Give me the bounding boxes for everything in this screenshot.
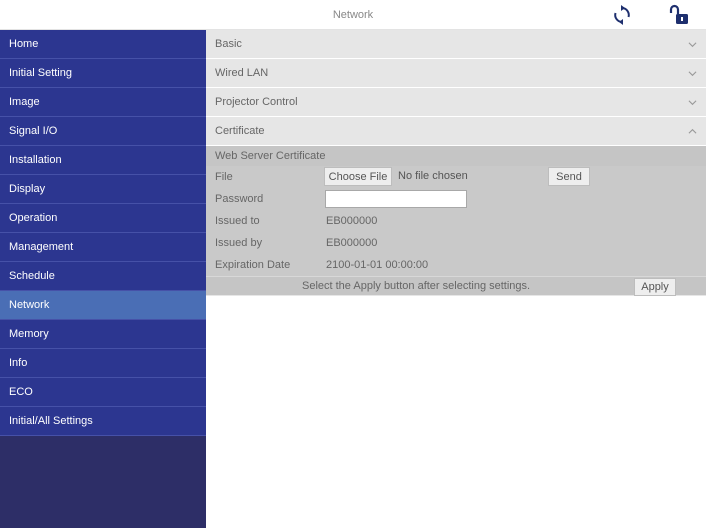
- send-button[interactable]: Send: [548, 167, 590, 186]
- password-row: Password: [206, 188, 706, 210]
- file-label: File: [215, 171, 233, 183]
- sidebar-item-home[interactable]: Home: [0, 30, 206, 59]
- sidebar-item-signal-io[interactable]: Signal I/O: [0, 117, 206, 146]
- chevron-down-icon: [688, 42, 697, 48]
- sidebar: Home Initial Setting Image Signal I/O In…: [0, 30, 206, 528]
- chevron-down-icon: [688, 71, 697, 77]
- password-input[interactable]: [325, 190, 467, 208]
- section-projector-control-label: Projector Control: [215, 96, 298, 108]
- sidebar-item-network[interactable]: Network: [0, 291, 206, 320]
- sidebar-item-display[interactable]: Display: [0, 175, 206, 204]
- sidebar-item-initial-all-settings[interactable]: Initial/All Settings: [0, 407, 206, 436]
- no-file-chosen-text: No file chosen: [398, 170, 468, 182]
- section-projector-control[interactable]: Projector Control: [206, 88, 706, 117]
- issued-to-row: Issued to EB000000: [206, 210, 706, 232]
- page-title: Network: [332, 9, 374, 21]
- expiration-date-row: Expiration Date 2100-01-01 00:00:00: [206, 254, 706, 276]
- sidebar-item-management[interactable]: Management: [0, 233, 206, 262]
- web-server-certificate-heading: Web Server Certificate: [206, 146, 706, 166]
- certificate-form: File Choose File No file chosen Send Pas…: [206, 166, 706, 276]
- unlock-icon[interactable]: [668, 4, 690, 26]
- sidebar-item-image[interactable]: Image: [0, 88, 206, 117]
- section-basic[interactable]: Basic: [206, 30, 706, 59]
- section-wired-lan-label: Wired LAN: [215, 67, 269, 79]
- sidebar-item-schedule[interactable]: Schedule: [0, 262, 206, 291]
- chevron-up-icon: [688, 128, 697, 134]
- main-panel: Basic Wired LAN Projector Control Certif…: [206, 30, 706, 296]
- sidebar-item-installation[interactable]: Installation: [0, 146, 206, 175]
- expiration-date-label: Expiration Date: [215, 259, 291, 271]
- section-certificate-label: Certificate: [215, 125, 265, 137]
- issued-to-label: Issued to: [215, 215, 260, 227]
- issued-by-label: Issued by: [215, 237, 263, 249]
- section-wired-lan[interactable]: Wired LAN: [206, 59, 706, 88]
- issued-to-value: EB000000: [326, 215, 378, 227]
- sidebar-item-initial-setting[interactable]: Initial Setting: [0, 59, 206, 88]
- apply-button[interactable]: Apply: [634, 278, 676, 296]
- section-certificate[interactable]: Certificate: [206, 117, 706, 146]
- apply-bar: Select the Apply button after selecting …: [206, 276, 706, 296]
- chevron-down-icon: [688, 100, 697, 106]
- sidebar-item-operation[interactable]: Operation: [0, 204, 206, 233]
- top-bar: Network: [0, 0, 706, 30]
- apply-hint-text: Select the Apply button after selecting …: [302, 280, 531, 292]
- section-basic-label: Basic: [215, 38, 242, 50]
- expiration-date-value: 2100-01-01 00:00:00: [326, 259, 429, 271]
- file-row: File Choose File No file chosen Send: [206, 166, 706, 188]
- sidebar-item-eco[interactable]: ECO: [0, 378, 206, 407]
- sidebar-item-info[interactable]: Info: [0, 349, 206, 378]
- password-label: Password: [215, 193, 264, 205]
- sidebar-item-memory[interactable]: Memory: [0, 320, 206, 349]
- refresh-icon[interactable]: [612, 5, 632, 25]
- issued-by-value: EB000000: [326, 237, 378, 249]
- issued-by-row: Issued by EB000000: [206, 232, 706, 254]
- choose-file-button[interactable]: Choose File: [324, 167, 392, 186]
